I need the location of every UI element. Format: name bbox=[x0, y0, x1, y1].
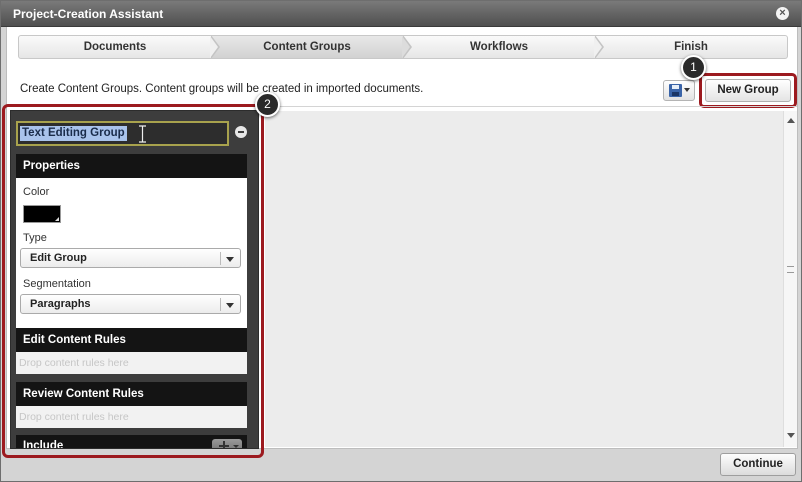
continue-button[interactable]: Continue bbox=[720, 453, 796, 476]
step-label: Workflows bbox=[470, 41, 528, 53]
step-separator bbox=[402, 36, 412, 58]
vertical-scrollbar[interactable] bbox=[783, 111, 797, 447]
step-separator bbox=[594, 36, 604, 58]
scroll-down-icon[interactable] bbox=[787, 433, 795, 438]
groups-canvas bbox=[265, 111, 783, 447]
scroll-grip-icon[interactable] bbox=[787, 266, 794, 273]
save-menu-button[interactable] bbox=[663, 80, 695, 101]
title-bar: Project-Creation Assistant × bbox=[1, 1, 801, 27]
step-label: Documents bbox=[83, 41, 147, 53]
step-label: Content Groups bbox=[263, 41, 351, 53]
wizard-steps: Documents Content Groups Workflows Finis… bbox=[18, 35, 788, 59]
floppy-disk-icon bbox=[669, 84, 682, 97]
scroll-up-icon[interactable] bbox=[787, 118, 795, 123]
step-content-groups[interactable]: Content Groups bbox=[211, 36, 412, 58]
highlight-group-panel bbox=[2, 104, 264, 458]
project-creation-dialog: Project-Creation Assistant × Documents C… bbox=[0, 0, 802, 482]
callout-badge-2: 2 bbox=[255, 92, 280, 117]
dialog-title: Project-Creation Assistant bbox=[13, 7, 164, 21]
chevron-down-icon bbox=[684, 88, 690, 92]
highlight-new-group bbox=[699, 73, 797, 108]
callout-badge-1: 1 bbox=[681, 55, 706, 80]
close-icon[interactable]: × bbox=[776, 7, 789, 20]
step-label: Finish bbox=[674, 41, 708, 53]
step-description: Create Content Groups. Content groups wi… bbox=[20, 83, 424, 95]
step-documents[interactable]: Documents bbox=[19, 36, 220, 58]
step-workflows[interactable]: Workflows bbox=[403, 36, 604, 58]
step-separator bbox=[210, 36, 220, 58]
